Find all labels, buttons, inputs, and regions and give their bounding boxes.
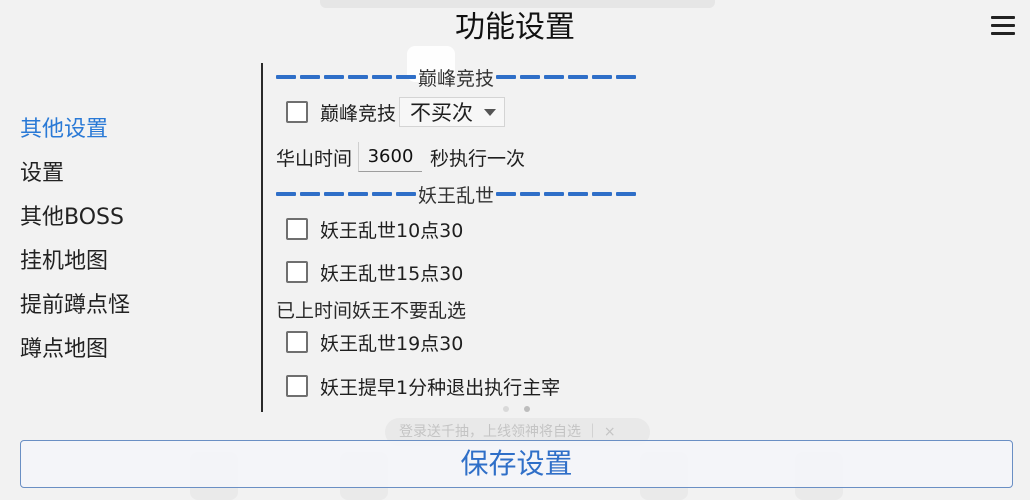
- yaowang-1030-label: 妖王乱世10点30: [320, 219, 464, 242]
- huashan-row: 华山时间 秒执行一次: [276, 139, 525, 175]
- section-title-peak: 巅峰竞技: [418, 67, 495, 90]
- sidebar-item-other-boss[interactable]: 其他BOSS: [20, 196, 240, 240]
- yaowang-1530-label: 妖王乱世15点30: [320, 262, 464, 285]
- background-top-bar: [320, 0, 715, 8]
- dash-decoration: [276, 192, 416, 196]
- sidebar-item-idle-map[interactable]: 挂机地图: [20, 240, 240, 284]
- yaowang-early-exit-checkbox[interactable]: [286, 375, 308, 397]
- huashan-prefix-label: 华山时间: [276, 147, 353, 170]
- peak-row: 巅峰竞技 不买次: [276, 94, 506, 130]
- yaowang-1030-checkbox[interactable]: [286, 218, 308, 240]
- sidebar-item-camp-map[interactable]: 蹲点地图: [20, 328, 240, 372]
- dash-decoration: [496, 75, 637, 79]
- vertical-divider: [261, 63, 263, 412]
- yaowang-1930-row: 妖王乱世19点30: [276, 324, 463, 360]
- hamburger-menu-icon[interactable]: [991, 16, 1015, 38]
- peak-checkbox[interactable]: [286, 101, 308, 123]
- yaowang-early-exit-label: 妖王提早1分种退出执行主宰: [320, 376, 561, 399]
- dropdown-caret-icon: [484, 108, 497, 116]
- huashan-seconds-input[interactable]: [358, 142, 423, 172]
- yaowang-note: 已上时间妖王不要乱选: [276, 300, 467, 322]
- sidebar: 其他设置 设置 其他BOSS 挂机地图 提前蹲点怪 蹲点地图: [20, 108, 240, 372]
- yaowang-1530-checkbox[interactable]: [286, 261, 308, 283]
- yaowang-early-row: 妖王提早1分种退出执行主宰: [276, 368, 560, 404]
- save-settings-button[interactable]: 保存设置: [20, 440, 1013, 488]
- huashan-suffix-label: 秒执行一次: [430, 147, 526, 170]
- sidebar-item-settings[interactable]: 设置: [20, 152, 240, 196]
- peak-checkbox-label: 巅峰竞技: [320, 102, 397, 125]
- page-title: 功能设置: [455, 10, 575, 45]
- yaowang-1530-row: 妖王乱世15点30: [276, 254, 463, 290]
- yaowang-1030-row: 妖王乱世10点30: [276, 211, 463, 247]
- dash-decoration: [276, 75, 416, 79]
- section-header-yaowang: 妖王乱世: [276, 180, 637, 208]
- section-title-yaowang: 妖王乱世: [418, 184, 495, 207]
- yaowang-1930-label: 妖王乱世19点30: [320, 332, 464, 355]
- sidebar-item-early-camp-monster[interactable]: 提前蹲点怪: [20, 284, 240, 328]
- peak-purchase-select[interactable]: 不买次: [399, 97, 506, 127]
- dash-decoration: [496, 192, 637, 196]
- section-header-peak: 巅峰竞技: [276, 63, 637, 91]
- peak-select-value: 不买次: [410, 101, 474, 125]
- background-page-dot: [503, 406, 509, 412]
- sidebar-item-other-settings[interactable]: 其他设置: [20, 108, 240, 152]
- background-page-dot: [524, 406, 530, 412]
- yaowang-1930-checkbox[interactable]: [286, 331, 308, 353]
